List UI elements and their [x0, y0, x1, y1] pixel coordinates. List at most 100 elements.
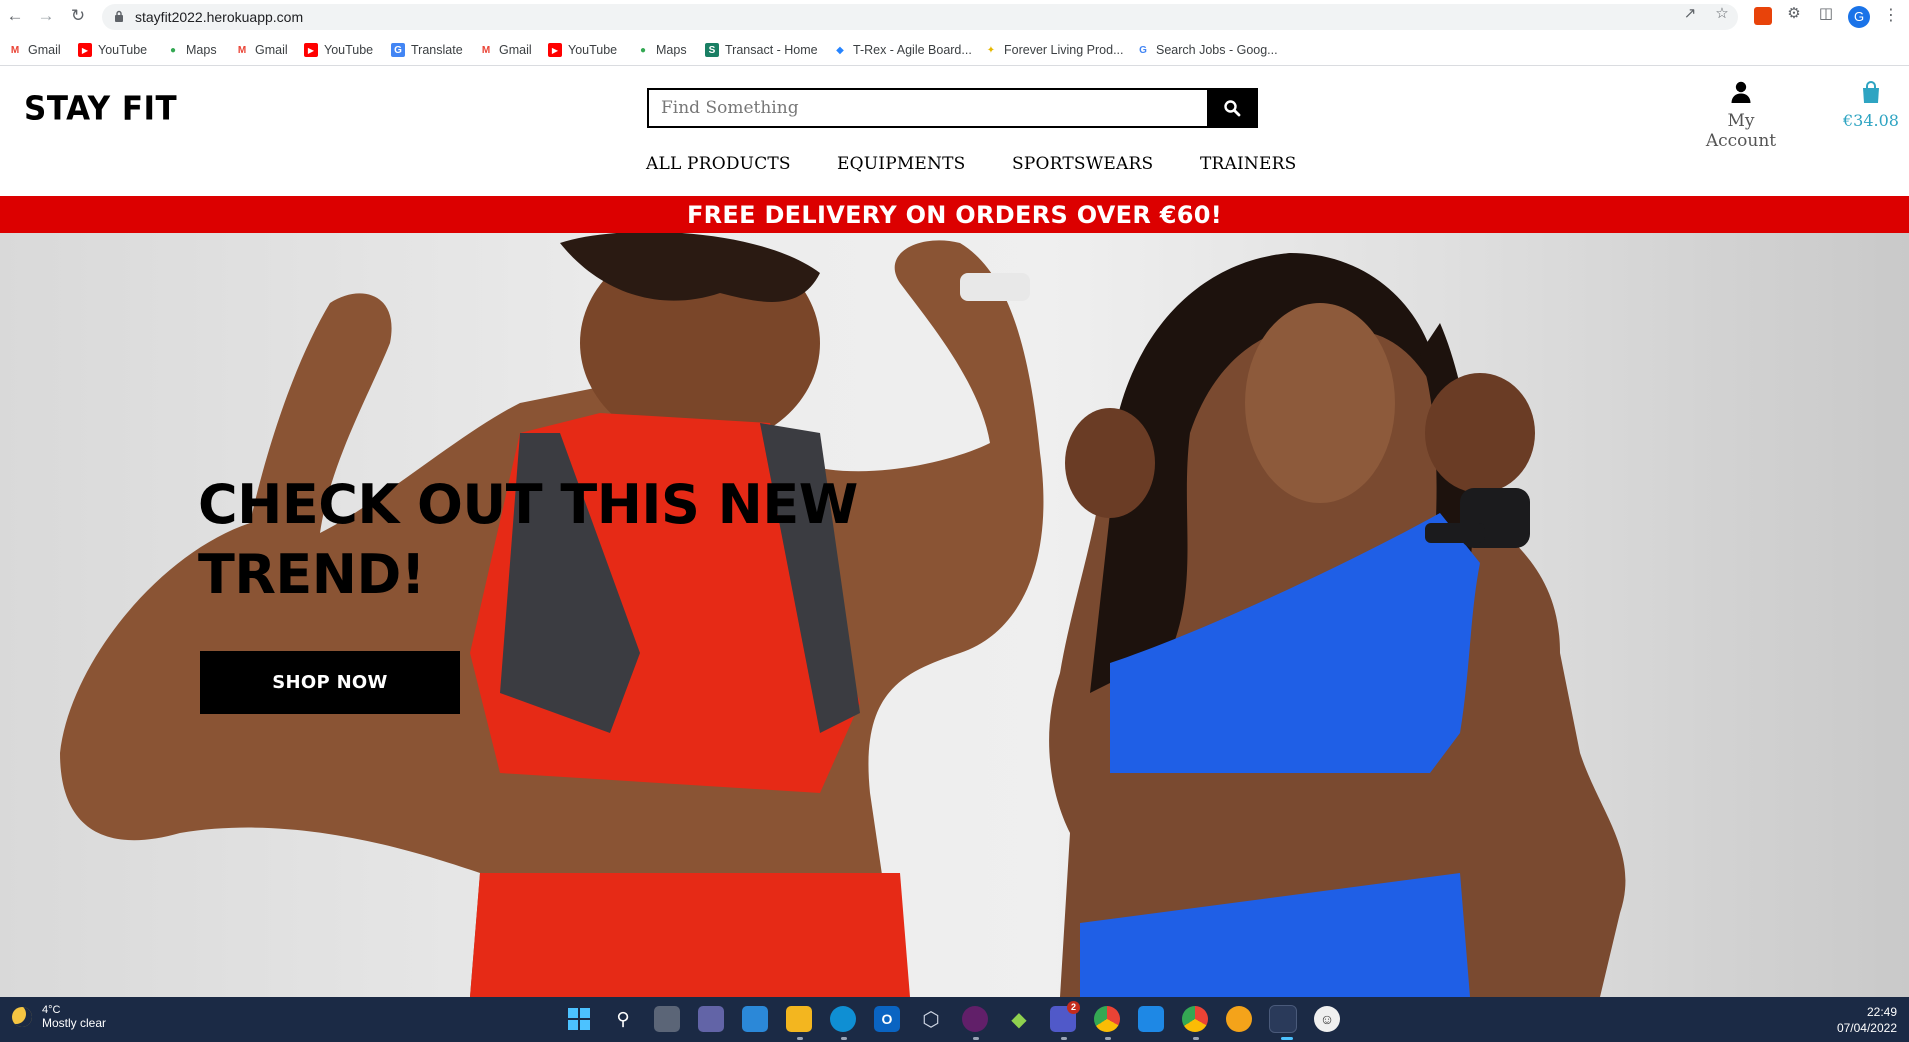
promo-banner: FREE DELIVERY ON ORDERS OVER €60!	[0, 196, 1909, 233]
chrome-menu-icon[interactable]: ⋮	[1883, 6, 1899, 26]
lock-icon	[115, 10, 123, 22]
bookmarks-bar: M Gmail ▶ YouTube ● Maps M Gmail ▶ YouTube GT…	[0, 36, 1909, 66]
share-icon[interactable]: ↗	[1682, 6, 1698, 22]
settings-hex-icon[interactable]: ⬡	[918, 1006, 944, 1032]
chrome-icon[interactable]	[1094, 1006, 1120, 1032]
running-indicator	[973, 1037, 979, 1040]
url-text[interactable]: stayfit2022.herokuapp.com	[135, 9, 303, 25]
shop-now-button[interactable]: SHOP NOW	[200, 651, 460, 714]
maps-icon: ●	[169, 44, 177, 56]
side-panel-icon[interactable]: ◫	[1818, 6, 1834, 22]
shopping-bag-link[interactable]: €34.08	[1828, 81, 1909, 130]
bookmark-star-icon[interactable]: ☆	[1714, 6, 1730, 22]
bookmark-youtube[interactable]: ▶ YouTube	[304, 43, 373, 57]
nav-equipments[interactable]: EQUIPMENTS	[837, 154, 966, 174]
bookmark-label: Translate	[411, 43, 463, 57]
transact-icon: S	[705, 43, 719, 57]
google-icon: G	[1139, 44, 1147, 56]
bookmark-label: T-Rex - Agile Board...	[853, 43, 972, 57]
teams-icon[interactable]: 2	[1050, 1001, 1080, 1032]
bookmark-label: Gmail	[28, 43, 61, 57]
bookmark-label: Forever Living Prod...	[1004, 43, 1124, 57]
translate-icon: G	[391, 43, 405, 57]
teams-chat-icon[interactable]	[698, 1006, 724, 1032]
bookmark-jira[interactable]: ◆ T-Rex - Agile Board...	[833, 43, 972, 57]
outlook-icon[interactable]: O	[874, 1006, 900, 1032]
gmail-icon: M	[10, 44, 20, 56]
search-taskbar-icon[interactable]: ⚲	[610, 1006, 636, 1032]
weather-condition: Mostly clear	[42, 1016, 107, 1030]
bookmark-maps[interactable]: ● Maps	[636, 43, 687, 57]
back-arrow-icon[interactable]: ←	[4, 5, 26, 27]
bookmark-label: Gmail	[255, 43, 288, 57]
shopping-bag-icon	[1863, 81, 1879, 103]
jira-icon: ◆	[836, 44, 844, 56]
site-header: STAY FIT My Account €34.08 ALL PRODUCTS …	[0, 67, 1909, 195]
browser-toolbar: ← → ↻ stayfit2022.herokuapp.com ↗ ☆ ⚙ ◫ …	[0, 0, 1909, 34]
clock-date: 07/04/2022	[1836, 1021, 1897, 1035]
youtube-icon: ▶	[78, 43, 92, 57]
chrome-profile-icon[interactable]	[1182, 1006, 1208, 1032]
temperature: 4°C	[42, 1004, 61, 1016]
nav-sportswears[interactable]: SPORTSWEARS	[1012, 154, 1153, 174]
bag-total: €34.08	[1843, 111, 1899, 130]
active-indicator	[1281, 1037, 1293, 1040]
bookmark-forever-living[interactable]: ✦ Forever Living Prod...	[984, 43, 1124, 57]
search-input[interactable]	[649, 90, 1207, 126]
bookmark-youtube[interactable]: ▶ YouTube	[548, 43, 617, 57]
bookmark-google-jobs[interactable]: G Search Jobs - Goog...	[1136, 43, 1278, 57]
address-bar[interactable]: stayfit2022.herokuapp.com	[102, 4, 1738, 30]
bookmark-label: YouTube	[568, 43, 618, 57]
teams-badge: 2	[1067, 1001, 1080, 1014]
emoji-app-icon[interactable]: ☺	[1314, 1006, 1340, 1032]
microsoft-store-icon[interactable]	[742, 1006, 768, 1032]
forward-arrow-icon[interactable]: →	[35, 5, 57, 27]
notepad-icon[interactable]	[1138, 1006, 1164, 1032]
running-indicator	[797, 1037, 803, 1040]
windows-logo-icon	[568, 1008, 590, 1030]
profile-avatar[interactable]: G	[1848, 6, 1870, 28]
bookmark-youtube[interactable]: ▶ YouTube	[78, 43, 147, 57]
bookmark-label: Maps	[656, 43, 687, 57]
chrome-canary-icon[interactable]	[1226, 1006, 1252, 1032]
bookmark-gmail[interactable]: M Gmail	[8, 43, 61, 57]
snipping-tool-icon[interactable]	[1269, 1005, 1297, 1033]
nav-all-products[interactable]: ALL PRODUCTS	[646, 154, 791, 174]
site-logo[interactable]: STAY FIT	[24, 90, 177, 128]
bookmark-label: Search Jobs - Goog...	[1156, 43, 1278, 57]
youtube-icon: ▶	[548, 43, 562, 57]
gmail-icon: M	[237, 44, 247, 56]
my-account-link[interactable]: My Account	[1690, 81, 1792, 151]
bookmark-maps[interactable]: ● Maps	[166, 43, 217, 57]
git-icon[interactable]: ◆	[1006, 1006, 1032, 1032]
bookmark-gmail[interactable]: M Gmail	[479, 43, 532, 57]
bookmark-translate[interactable]: G Translate	[391, 43, 463, 57]
search-button[interactable]	[1207, 90, 1256, 126]
running-indicator	[841, 1037, 847, 1040]
moon-icon	[12, 1007, 32, 1027]
start-menu-icon[interactable]	[566, 1006, 592, 1032]
bookmark-transact[interactable]: S Transact - Home	[705, 43, 818, 57]
reload-icon[interactable]: ↻	[67, 5, 89, 27]
weather-widget[interactable]: 4°C Mostly clear	[12, 1004, 106, 1030]
my-account-label: My Account	[1705, 111, 1777, 151]
hero-headline-line-2: TREND!	[198, 543, 425, 606]
gmail-icon: M	[481, 44, 491, 56]
system-clock[interactable]: 22:49 07/04/2022	[1837, 1004, 1897, 1036]
hero-section: CHECK OUT THIS NEW TREND! SHOP NOW	[0, 233, 1909, 997]
edge-icon[interactable]	[830, 1006, 856, 1032]
extensions-puzzle-icon[interactable]: ⚙	[1786, 6, 1802, 22]
bookmark-gmail[interactable]: M Gmail	[235, 43, 288, 57]
youtube-icon: ▶	[304, 43, 318, 57]
bookmark-label: Gmail	[499, 43, 532, 57]
slack-icon[interactable]	[962, 1006, 988, 1032]
download-extension-icon[interactable]	[1754, 7, 1772, 25]
windows-taskbar: 4°C Mostly clear ⚲ O ⬡ ◆ 2 ☺ 22:49 07/04…	[0, 997, 1909, 1042]
file-explorer-icon[interactable]	[786, 1006, 812, 1032]
running-indicator	[1193, 1037, 1199, 1040]
promo-text: FREE DELIVERY ON ORDERS OVER €60!	[686, 200, 1223, 229]
task-view-icon[interactable]	[654, 1006, 680, 1032]
search-form	[647, 88, 1258, 128]
user-icon	[1731, 81, 1751, 103]
nav-trainers[interactable]: TRAINERS	[1200, 154, 1296, 174]
